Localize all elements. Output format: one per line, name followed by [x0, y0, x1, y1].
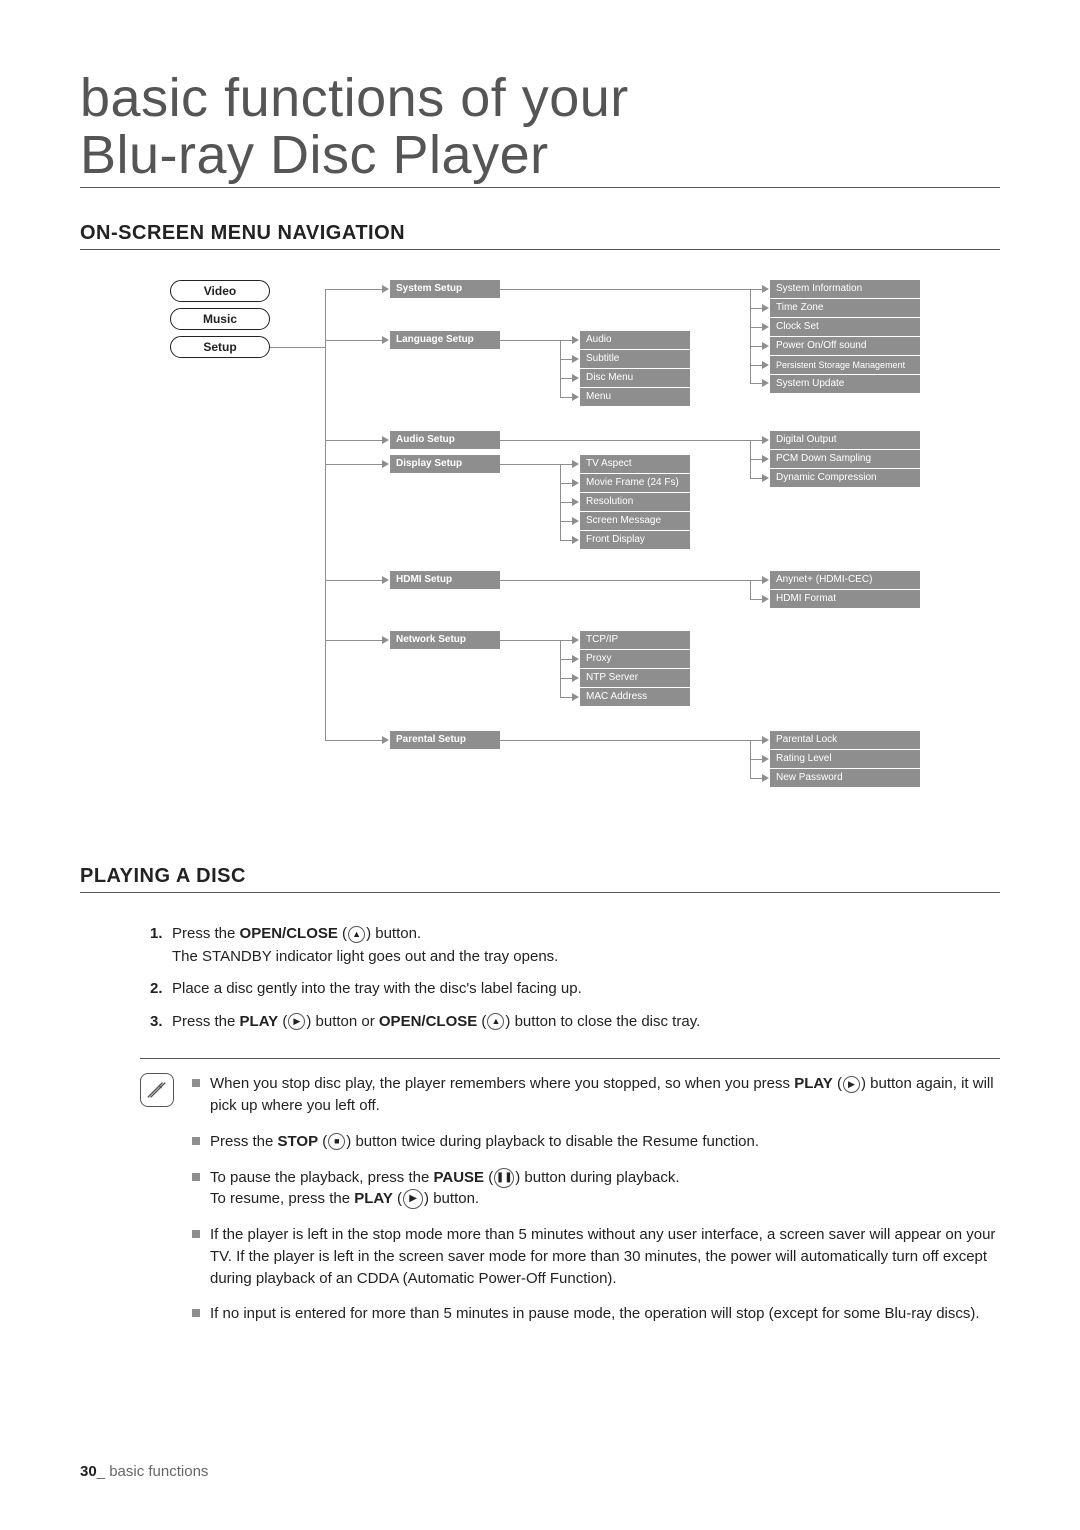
node-resolution: Resolution	[580, 493, 690, 511]
node-pcm: PCM Down Sampling	[770, 450, 920, 468]
step-3: Press the PLAY (▶) button or OPEN/CLOSE …	[172, 1011, 700, 1034]
stop-icon: ■	[328, 1133, 345, 1150]
node-network-setup: Network Setup	[390, 631, 500, 649]
section-menu-nav: ON-SCREEN MENU NAVIGATION	[80, 222, 1000, 250]
node-hdmi-setup: HDMI Setup	[390, 571, 500, 589]
note-3: To pause the playback, press the PAUSE (…	[192, 1167, 1000, 1211]
page-title: basic functions of your Blu-ray Disc Pla…	[80, 70, 1000, 188]
node-dyn-comp: Dynamic Compression	[770, 469, 920, 487]
node-parental-setup: Parental Setup	[390, 731, 500, 749]
node-power-sound: Power On/Off sound	[770, 337, 920, 355]
tab-setup: Setup	[170, 336, 270, 358]
note-icon	[140, 1073, 174, 1107]
playing-steps: 1. Press the OPEN/CLOSE (▲) button. The …	[150, 923, 1000, 1033]
step-2: Place a disc gently into the tray with t…	[172, 978, 582, 1001]
section-playing-disc: PLAYING A DISC	[80, 865, 1000, 893]
play-icon: ▶	[843, 1076, 860, 1093]
eject-icon: ▲	[348, 926, 365, 943]
play-icon: ▶	[288, 1013, 305, 1030]
node-rating: Rating Level	[770, 750, 920, 768]
node-parental-lock: Parental Lock	[770, 731, 920, 749]
node-language-setup: Language Setup	[390, 331, 500, 349]
node-lang-menu: Menu	[580, 388, 690, 406]
node-ntp: NTP Server	[580, 669, 690, 687]
node-system-setup: System Setup	[390, 280, 500, 298]
node-audio-setup: Audio Setup	[390, 431, 500, 449]
note-box: When you stop disc play, the player reme…	[140, 1058, 1000, 1339]
page-footer: 30_ basic functions	[80, 1463, 208, 1480]
eject-icon: ▲	[487, 1013, 504, 1030]
menu-navigation-diagram: Video Music Setup System Setup Language …	[170, 280, 1000, 835]
note-5: If no input is entered for more than 5 m…	[192, 1303, 1000, 1325]
node-new-pwd: New Password	[770, 769, 920, 787]
node-clock-set: Clock Set	[770, 318, 920, 336]
pause-icon: ❚❚	[494, 1168, 514, 1188]
tab-music: Music	[170, 308, 270, 330]
node-digital-output: Digital Output	[770, 431, 920, 449]
play-icon: ▶	[403, 1189, 423, 1209]
node-lang-subtitle: Subtitle	[580, 350, 690, 368]
node-sys-info: System Information	[770, 280, 920, 298]
node-tcpip: TCP/IP	[580, 631, 690, 649]
node-lang-discmenu: Disc Menu	[580, 369, 690, 387]
note-1: When you stop disc play, the player reme…	[192, 1073, 1000, 1117]
node-hdmi-format: HDMI Format	[770, 590, 920, 608]
note-4: If the player is left in the stop mode m…	[192, 1224, 1000, 1289]
node-sys-update: System Update	[770, 375, 920, 393]
step-num-3: 3.	[150, 1011, 172, 1034]
node-lang-audio: Audio	[580, 331, 690, 349]
note-2: Press the STOP (■) button twice during p…	[192, 1131, 1000, 1153]
node-front-display: Front Display	[580, 531, 690, 549]
node-screen-msg: Screen Message	[580, 512, 690, 530]
node-mac: MAC Address	[580, 688, 690, 706]
node-display-setup: Display Setup	[390, 455, 500, 473]
node-tv-aspect: TV Aspect	[580, 455, 690, 473]
tab-video: Video	[170, 280, 270, 302]
node-movie-frame: Movie Frame (24 Fs)	[580, 474, 690, 492]
node-proxy: Proxy	[580, 650, 690, 668]
step-num-2: 2.	[150, 978, 172, 1001]
step-num-1: 1.	[150, 923, 172, 968]
node-psm: Persistent Storage Management	[770, 356, 920, 374]
node-time-zone: Time Zone	[770, 299, 920, 317]
node-anynet: Anynet+ (HDMI-CEC)	[770, 571, 920, 589]
step-1: Press the OPEN/CLOSE (▲) button. The STA…	[172, 923, 558, 968]
